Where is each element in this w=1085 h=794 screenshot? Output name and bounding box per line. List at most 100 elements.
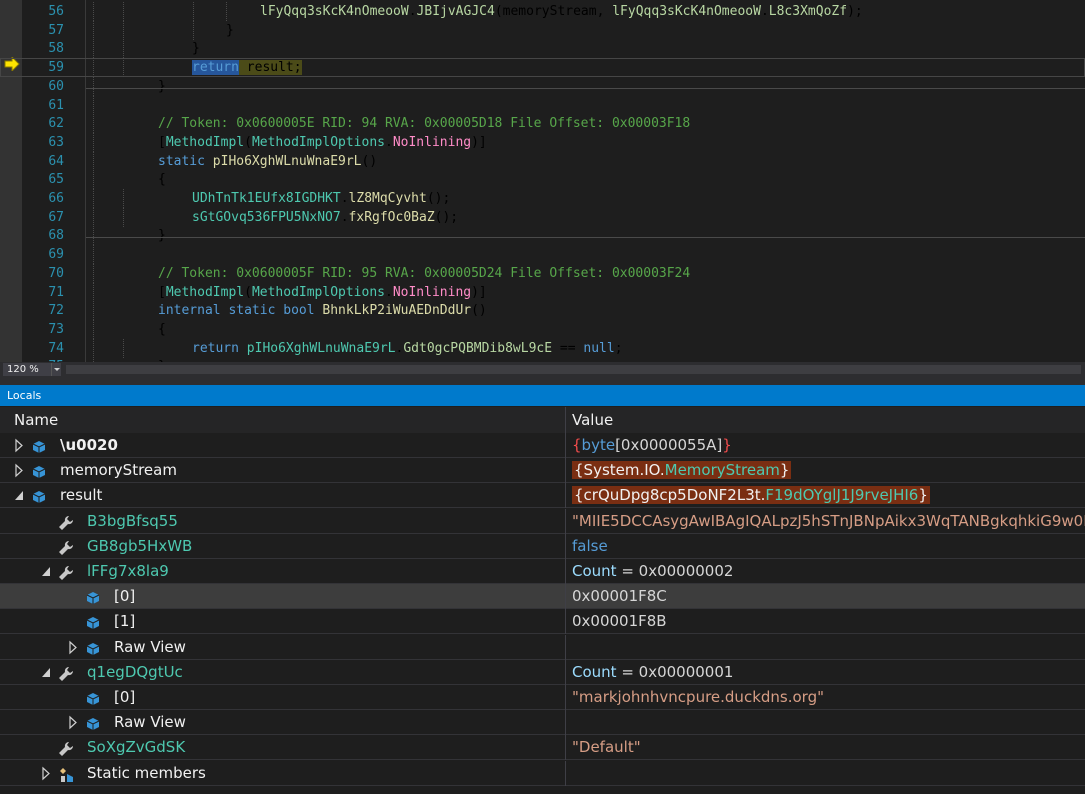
cube-icon [85,690,101,706]
locals-row[interactable]: [0] 0x00001F8C [0,584,1085,610]
code-line[interactable]: 60} [0,76,1085,96]
locals-row[interactable]: [0] "markjohnhvncpure.duckdns.org" [0,685,1085,710]
indent-guide [93,189,94,208]
line-number: 68 [48,228,64,244]
line-number: 65 [48,172,64,188]
horizontal-scrollbar[interactable] [66,365,1081,374]
indent-guide [123,39,124,59]
code-line[interactable]: 67 sGtGOvq536FPU5NxNO7.fxRgfOc0BaZ(); [0,207,1085,227]
cube-icon [31,438,47,454]
collapse-arrow-icon[interactable] [41,559,51,584]
code-line[interactable]: 57} [0,20,1085,40]
code-line[interactable]: 59 return result; [0,58,1085,78]
variable-name: [1] [114,612,136,631]
variable-value[interactable]: 0x00001F8B [572,609,1085,634]
line-number: 72 [48,303,64,319]
locals-row[interactable]: B3bgBfsq55 "MIIE5DCCAsygAwIBAgIQALpzJ5hST… [0,508,1085,534]
indent-guide [93,114,94,134]
wrench-icon [58,514,74,530]
static-members-icon [58,766,74,782]
column-divider [565,710,566,736]
indent-guide [93,2,94,21]
expand-arrow-icon[interactable] [14,433,24,458]
chevron-down-icon[interactable] [51,363,62,376]
variable-value[interactable]: "MIIE5DCCAsygAwIBAgIQALpzJ5hSTnJBNpAikx3… [572,509,1085,534]
locals-row[interactable]: [1] 0x00001F8B [0,609,1085,635]
code-line[interactable]: 58} [0,39,1085,59]
indent-guide [93,76,94,96]
wrench-icon [58,740,74,757]
locals-row[interactable]: lFFg7x8la9 Count = 0x00000002 [0,559,1085,584]
indent-guide [123,207,124,227]
code-line[interactable]: 65{ [0,170,1085,190]
expand-arrow-icon[interactable] [14,458,24,483]
code-line[interactable]: 70// Token: 0x0600005F RID: 95 RVA: 0x00… [0,263,1085,283]
line-number: 58 [48,41,64,57]
column-divider [565,659,566,685]
variable-name: GB8gb5HxWB [87,536,193,555]
variable-value[interactable]: Count = 0x00000001 [572,660,1085,685]
column-divider [565,685,566,710]
code-line[interactable]: 63 [MethodImpl(MethodImplOptions.NoInlini… [0,132,1085,152]
variable-value[interactable]: {System.IO.MemoryStream} [572,458,1085,483]
locals-row[interactable]: result {crQuDpg8cp5DoNF2L3t.F19dOYglJ1J9r… [0,483,1085,509]
code-editor[interactable]: 56 lFyQqq3sKcK4nOmeooW.JBIjvAGJC4(memoryS… [0,0,1085,362]
locals-window-title[interactable]: Locals [0,385,1085,406]
variable-value[interactable]: "markjohnhvncpure.duckdns.org" [572,685,1085,710]
code-line[interactable]: 56 lFyQqq3sKcK4nOmeooW.JBIjvAGJC4(memoryS… [0,2,1085,21]
cube-icon [85,589,101,605]
panel-splitter[interactable] [0,378,1085,385]
expand-arrow-icon[interactable] [41,761,51,786]
locals-row[interactable]: q1egDQgtUc Count = 0x00000001 [0,659,1085,685]
code-line[interactable]: 71 [MethodImpl(MethodImplOptions.NoInlini… [0,282,1085,302]
code-line[interactable]: 62// Token: 0x0600005E RID: 94 RVA: 0x00… [0,114,1085,134]
code-line[interactable]: 66 UDhTnTk1EUfx8IGDHKT.lZ8MqCyvht(); [0,189,1085,208]
expand-arrow-icon[interactable] [68,710,78,735]
column-divider[interactable] [565,407,566,433]
collapse-arrow-icon[interactable] [41,660,51,685]
locals-title: Locals [7,389,42,402]
line-number: 71 [48,284,64,300]
code-line[interactable]: 74 return pIHo6XghWLnuWnaE9rL.Gdt0gcPQBMD… [0,338,1085,358]
locals-row[interactable]: Raw View [0,710,1085,736]
expand-arrow-icon[interactable] [68,635,78,660]
column-header-name[interactable]: Name [14,407,58,433]
locals-row[interactable]: Static members [0,760,1085,786]
cube-icon [85,715,101,731]
locals-row[interactable]: SoXgZvGdSK "Default" [0,735,1085,761]
indent-guide [93,95,94,115]
indent-guide [93,20,94,40]
line-number: 57 [48,22,64,38]
code-line[interactable]: 72 internal static bool BhnkLkP2iWuAEDnDd… [0,301,1085,321]
variable-value[interactable]: false [572,534,1085,559]
line-number: 66 [48,191,64,206]
variable-value[interactable]: 0x00001F8C [572,584,1085,609]
column-divider [565,533,566,559]
code-line[interactable]: 73{ [0,319,1085,339]
editor-status-bar: 120 % [0,362,1085,378]
collapse-arrow-icon[interactable] [14,483,24,508]
variable-name: B3bgBfsq55 [87,511,178,530]
column-divider [565,483,566,509]
indent-guide [193,20,194,40]
line-number: 60 [48,78,64,94]
indent-guide [93,282,94,302]
code-line[interactable]: 68} [0,226,1085,246]
locals-row[interactable]: Raw View [0,634,1085,660]
variable-value[interactable]: "Default" [572,735,1085,760]
variable-value[interactable]: Count = 0x00000002 [572,559,1085,584]
column-divider [565,584,566,610]
code-line[interactable]: 64 static pIHo6XghWLnuWnaE9rL() [0,151,1085,171]
locals-row[interactable]: memoryStream {System.IO.MemoryStream} [0,458,1085,484]
code-line[interactable]: 61 [0,95,1085,115]
variable-value[interactable]: {byte[0x0000055A]} [572,433,1085,458]
column-header-value[interactable]: Value [572,407,613,433]
locals-row[interactable]: \u0020 {byte[0x0000055A]} [0,433,1085,458]
variable-name: SoXgZvGdSK [87,738,186,757]
variable-value[interactable]: {crQuDpg8cp5DoNF2L3t.F19dOYglJ1J9rveJHI6… [572,483,1085,508]
code-line[interactable]: 69 [0,245,1085,265]
locals-row[interactable]: GB8gb5HxWB false [0,533,1085,559]
zoom-level-dropdown[interactable]: 120 % [3,363,61,376]
indent-guide [93,207,94,227]
column-divider [565,609,566,635]
